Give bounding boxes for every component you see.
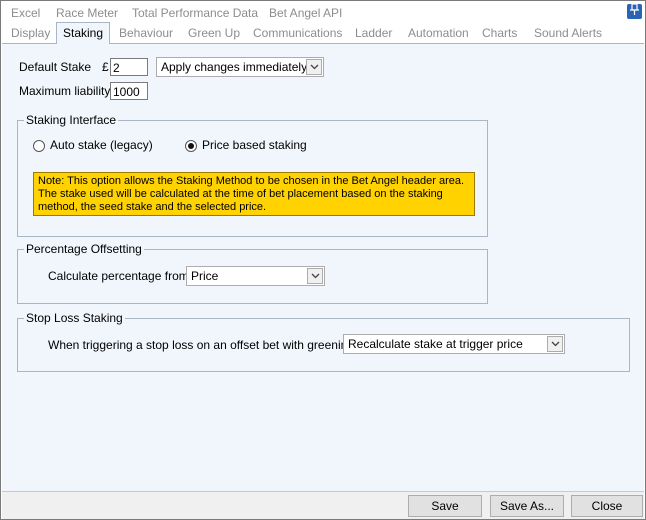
tab-excel[interactable]: Excel: [9, 3, 42, 23]
tab-race-meter[interactable]: Race Meter: [54, 3, 120, 23]
percentage-offsetting-title: Percentage Offsetting: [24, 242, 144, 256]
bottom-button-bar: Save Save As... Close: [2, 491, 644, 519]
apply-mode-select[interactable]: Apply changes immediately: [156, 57, 324, 77]
staking-interface-group: Staking Interface Auto stake (legacy) Pr…: [17, 113, 488, 237]
price-based-label[interactable]: Price based staking: [202, 138, 307, 152]
tab-row-1: Excel Race Meter Total Performance Data …: [1, 3, 601, 23]
stop-loss-trigger-select[interactable]: Recalculate stake at trigger price: [343, 334, 565, 354]
tab-staking[interactable]: Staking: [56, 22, 111, 44]
price-based-radio[interactable]: [185, 140, 197, 152]
default-stake-label: Default Stake: [19, 60, 92, 74]
tab-sound-alerts[interactable]: Sound Alerts: [532, 23, 604, 43]
chevron-down-icon[interactable]: [306, 59, 322, 75]
max-liability-label: Maximum liability: [19, 84, 111, 98]
currency-symbol: £: [102, 60, 109, 74]
auto-stake-radio[interactable]: [33, 140, 45, 152]
save-button[interactable]: Save: [408, 495, 482, 517]
staking-interface-title: Staking Interface: [24, 113, 119, 127]
tab-display[interactable]: Display: [9, 23, 52, 43]
tab-bet-angel-api[interactable]: Bet Angel API: [267, 3, 344, 23]
tab-charts[interactable]: Charts: [480, 23, 519, 43]
tab-ladder[interactable]: Ladder: [353, 23, 394, 43]
tab-behaviour[interactable]: Behaviour: [117, 23, 175, 43]
tab-communications[interactable]: Communications: [251, 23, 344, 43]
tab-green-up[interactable]: Green Up: [186, 23, 242, 43]
chevron-down-icon[interactable]: [307, 268, 323, 284]
max-liability-input[interactable]: 1000: [110, 82, 148, 100]
calc-percentage-select[interactable]: Price: [186, 266, 325, 286]
tab-row-2: Display Staking Behaviour Green Up Commu…: [1, 22, 641, 44]
pin-icon[interactable]: [627, 3, 642, 19]
save-as-button[interactable]: Save As...: [490, 495, 564, 517]
default-stake-input[interactable]: 2: [110, 58, 148, 76]
calc-percentage-label: Calculate percentage from: [48, 269, 189, 283]
stop-loss-trigger-label: When triggering a stop loss on an offset…: [48, 338, 354, 352]
percentage-offsetting-group: Percentage Offsetting Calculate percenta…: [17, 242, 488, 304]
stop-loss-staking-group: Stop Loss Staking When triggering a stop…: [17, 311, 630, 372]
settings-window: Excel Race Meter Total Performance Data …: [0, 0, 646, 520]
staking-panel: Default Stake £ 2 Apply changes immediat…: [2, 43, 644, 492]
staking-note: Note: This option allows the Staking Met…: [33, 172, 475, 216]
chevron-down-icon[interactable]: [547, 336, 563, 352]
tab-total-performance-data[interactable]: Total Performance Data: [130, 3, 260, 23]
stop-loss-title: Stop Loss Staking: [24, 311, 125, 325]
calc-percentage-value: Price: [191, 269, 219, 283]
auto-stake-label[interactable]: Auto stake (legacy): [50, 138, 153, 152]
close-button[interactable]: Close: [571, 495, 643, 517]
apply-mode-value: Apply changes immediately: [161, 60, 308, 74]
tab-automation[interactable]: Automation: [406, 23, 471, 43]
stop-loss-trigger-value: Recalculate stake at trigger price: [348, 337, 523, 351]
